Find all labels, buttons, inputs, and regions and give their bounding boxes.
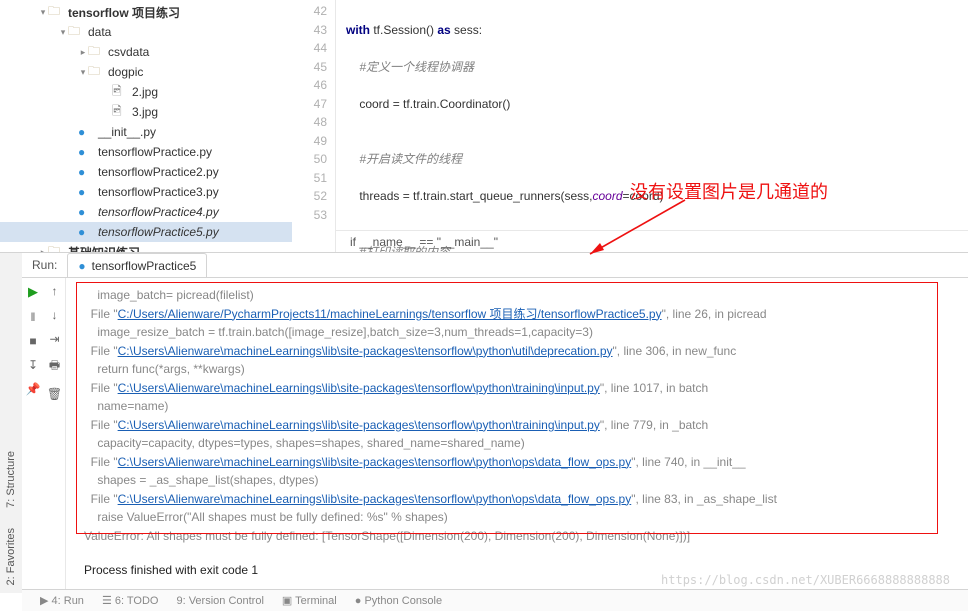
breadcrumb: if __name__ == "__main__" bbox=[336, 230, 968, 252]
annotation-text: 没有设置图片是几通道的 bbox=[630, 178, 828, 204]
wrap-icon[interactable]: ⇥ bbox=[49, 332, 59, 346]
code-editor[interactable]: 424344454647484950515253 with tf.Session… bbox=[292, 0, 968, 252]
run-toolbar-2[interactable]: ↑ ↓ ⇥ 🖶 🗑 bbox=[44, 278, 66, 593]
rerun-icon[interactable]: ▶ bbox=[28, 284, 38, 300]
status-terminal[interactable]: ▣ Terminal bbox=[282, 594, 337, 607]
run-tab-bar: Run: ●tensorflowPractice5 bbox=[22, 253, 968, 278]
status-console[interactable]: ● Python Console bbox=[355, 595, 442, 607]
trash-icon[interactable]: 🗑 bbox=[47, 387, 62, 401]
tree-file-py[interactable]: ●tensorflowPractice4.py bbox=[0, 202, 292, 222]
run-label: Run: bbox=[22, 258, 67, 272]
tree-folder-csvdata[interactable]: ▸🗀csvdata bbox=[0, 42, 292, 62]
pause-icon[interactable]: ‖ bbox=[31, 310, 36, 324]
print-icon[interactable]: 🖶 bbox=[49, 356, 60, 377]
code-body[interactable]: with tf.Session() as sess: #定义一个线程协调器 co… bbox=[336, 0, 968, 252]
run-output[interactable]: image_batch= picread(filelist) File "C:/… bbox=[66, 278, 968, 593]
stop-icon[interactable]: ■ bbox=[29, 334, 36, 348]
project-tree[interactable]: ▾🗀tensorflow 项目练习 ▾🗀data ▸🗀csvdata ▾🗀dog… bbox=[0, 0, 292, 252]
tree-folder[interactable]: ▸🗀基础知识练习 bbox=[0, 242, 292, 252]
run-tab[interactable]: ●tensorflowPractice5 bbox=[67, 253, 207, 277]
tree-folder-root[interactable]: ▾🗀tensorflow 项目练习 bbox=[0, 2, 292, 22]
tree-folder-dogpic[interactable]: ▾🗀dogpic bbox=[0, 62, 292, 82]
tree-folder-data[interactable]: ▾🗀data bbox=[0, 22, 292, 42]
traceback-link[interactable]: C:\Users\Alienware\machineLearnings\lib\… bbox=[118, 381, 600, 395]
python-icon: ● bbox=[78, 259, 85, 273]
status-todo[interactable]: ☰ 6: TODO bbox=[102, 594, 159, 607]
down-arrow-icon[interactable]: ↓ bbox=[52, 308, 58, 322]
status-bar[interactable]: ▶ 4: Run ☰ 6: TODO 9: Version Control ▣ … bbox=[22, 589, 968, 611]
status-run[interactable]: ▶ 4: Run bbox=[40, 594, 84, 607]
tab-favorites[interactable]: 2: Favorites bbox=[5, 528, 17, 585]
watermark: https://blog.csdn.net/XUBER6668888888888 bbox=[661, 573, 950, 587]
tree-file[interactable]: 🖻2.jpg bbox=[0, 82, 292, 102]
traceback-link[interactable]: C:\Users\Alienware\machineLearnings\lib\… bbox=[118, 455, 632, 469]
tree-file-py[interactable]: ●tensorflowPractice3.py bbox=[0, 182, 292, 202]
pin-icon[interactable]: 📌 bbox=[26, 382, 41, 396]
traceback-link[interactable]: C:\Users\Alienware\machineLearnings\lib\… bbox=[118, 418, 600, 432]
tree-file[interactable]: 🖻3.jpg bbox=[0, 102, 292, 122]
tree-file-py-selected[interactable]: ●tensorflowPractice5.py bbox=[0, 222, 292, 242]
traceback-link[interactable]: C:/Users/Alienware/PycharmProjects11/mac… bbox=[118, 307, 662, 321]
side-tool-tabs[interactable]: 7: Structure 2: Favorites bbox=[0, 253, 22, 593]
traceback-link[interactable]: C:\Users\Alienware\machineLearnings\lib\… bbox=[118, 492, 632, 506]
tree-file-py[interactable]: ●tensorflowPractice2.py bbox=[0, 162, 292, 182]
tree-file-py[interactable]: ●__init__.py bbox=[0, 122, 292, 142]
tab-structure[interactable]: 7: Structure bbox=[5, 451, 17, 508]
traceback-link[interactable]: C:\Users\Alienware\machineLearnings\lib\… bbox=[118, 344, 613, 358]
status-vcs[interactable]: 9: Version Control bbox=[176, 595, 263, 607]
tree-file-py[interactable]: ●tensorflowPractice.py bbox=[0, 142, 292, 162]
run-toolbar-1[interactable]: ▶ ‖ ■ ↧ 📌 bbox=[22, 278, 44, 593]
up-icon[interactable]: ↑ bbox=[52, 284, 58, 298]
line-gutter: 424344454647484950515253 bbox=[292, 0, 336, 252]
down-icon[interactable]: ↧ bbox=[28, 358, 38, 372]
